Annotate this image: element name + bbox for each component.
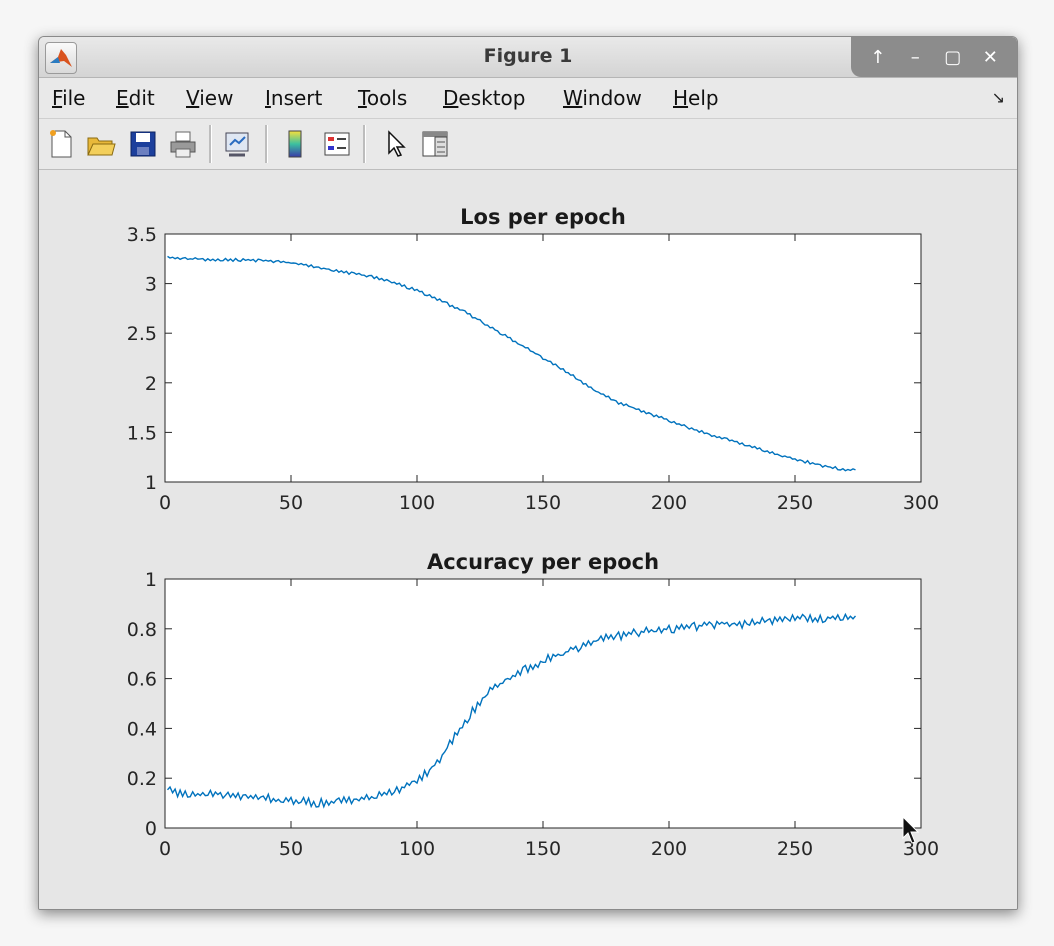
y-tick-label: 0.4 — [127, 718, 157, 740]
x-tick-label: 100 — [399, 838, 435, 860]
plot-area — [164, 578, 922, 829]
title-bar[interactable]: Figure 1 ↑ – ▢ ✕ — [39, 37, 1017, 78]
x-tick-label: 150 — [525, 838, 561, 860]
menu-file[interactable]: File — [52, 86, 85, 110]
legend-icon[interactable] — [321, 128, 353, 160]
x-tick-label: 200 — [651, 838, 687, 860]
menu-help[interactable]: Help — [673, 86, 719, 110]
x-tick-label: 250 — [777, 492, 813, 514]
y-tick-label: 0.6 — [127, 669, 157, 691]
new-figure-icon[interactable] — [45, 128, 77, 160]
mouse-cursor-icon — [902, 816, 920, 844]
dock-arrow-icon[interactable]: ↘ — [992, 88, 1005, 107]
colorbar-icon[interactable] — [279, 128, 311, 160]
toolbar-separator — [265, 125, 268, 163]
property-inspector-icon[interactable] — [419, 128, 451, 160]
menu-view[interactable]: View — [186, 86, 233, 110]
close-icon[interactable]: ✕ — [975, 42, 1005, 72]
figure-window: Figure 1 ↑ – ▢ ✕ ↘ File Edit View Insert Too… — [38, 36, 1018, 910]
x-tick-label: 50 — [279, 838, 303, 860]
menu-edit[interactable]: Edit — [116, 86, 155, 110]
print-icon[interactable] — [167, 128, 199, 160]
y-tick-label: 0.2 — [127, 768, 157, 790]
menu-tools[interactable]: Tools — [358, 86, 407, 110]
menu-insert[interactable]: Insert — [265, 86, 322, 110]
y-tick-label: 1 — [145, 569, 157, 591]
x-tick-label: 150 — [525, 492, 561, 514]
menu-bar: ↘ File Edit View Insert Tools Desktop Window He… — [39, 78, 1017, 119]
y-tick-label: 1.5 — [127, 422, 157, 444]
figure-toolbar — [39, 119, 1017, 170]
x-tick-label: 200 — [651, 492, 687, 514]
y-tick-label: 3.5 — [127, 224, 157, 246]
y-tick-label: 1 — [145, 472, 157, 494]
undock-icon[interactable]: ↑ — [863, 42, 893, 72]
x-tick-label: 0 — [159, 492, 171, 514]
y-tick-label: 0 — [145, 818, 157, 840]
menu-window[interactable]: Window — [563, 86, 642, 110]
y-tick-label: 3 — [145, 274, 157, 296]
pointer-icon[interactable] — [379, 128, 411, 160]
chart-title: Los per epoch — [460, 205, 626, 229]
toolbar-separator — [209, 125, 212, 163]
axes-2[interactable]: Accuracy per epoch0 50 100 150 200 250 30000.2… — [127, 550, 939, 860]
x-tick-label: 250 — [777, 838, 813, 860]
plots-svg: Los per epoch0 50 100 150 200 250 30011.522.53… — [127, 205, 939, 860]
link-plot-icon[interactable] — [221, 128, 253, 160]
y-tick-label: 0.8 — [127, 619, 157, 641]
y-tick-label: 2.5 — [127, 323, 157, 345]
y-tick-label: 2 — [145, 373, 157, 395]
x-tick-label: 50 — [279, 492, 303, 514]
plot-area — [164, 233, 922, 483]
maximize-icon[interactable]: ▢ — [938, 42, 968, 72]
chart-title: Accuracy per epoch — [427, 550, 659, 574]
minimize-icon[interactable]: – — [900, 42, 930, 72]
x-tick-label: 300 — [903, 492, 939, 514]
save-icon[interactable] — [127, 128, 159, 160]
axes-1[interactable]: Los per epoch 0 50 100 150 200 250 300 1 1.5 2 2.5 3… — [127, 205, 939, 514]
window-controls: ↑ – ▢ ✕ — [851, 37, 1017, 77]
x-tick-label: 100 — [399, 492, 435, 514]
figure-canvas[interactable]: Los per epoch 0 50 100 150 200 250 300 1 1.5 2 2.5 3… — [39, 170, 1017, 909]
toolbar-separator — [363, 125, 366, 163]
x-tick-label: 0 — [159, 838, 171, 860]
open-file-icon[interactable] — [85, 128, 117, 160]
menu-desktop[interactable]: Desktop — [443, 86, 526, 110]
